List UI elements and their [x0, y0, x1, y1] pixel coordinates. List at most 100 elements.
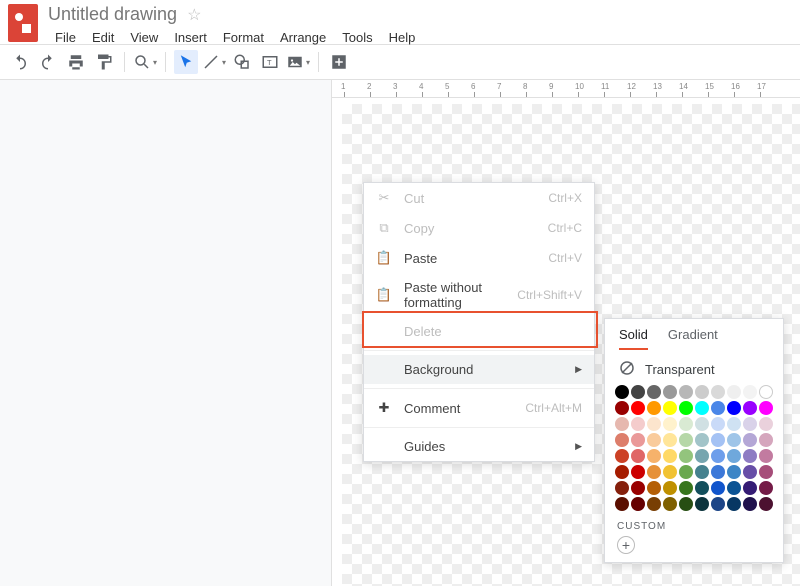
color-swatch[interactable] — [663, 401, 677, 415]
color-swatch[interactable] — [663, 449, 677, 463]
color-swatch[interactable] — [727, 433, 741, 447]
color-swatch[interactable] — [727, 385, 741, 399]
redo-button[interactable] — [36, 50, 60, 74]
color-swatch[interactable] — [743, 417, 757, 431]
menu-help[interactable]: Help — [382, 27, 423, 48]
color-swatch[interactable] — [615, 465, 629, 479]
color-swatch[interactable] — [695, 449, 709, 463]
ctx-guides[interactable]: Guides ▶ — [364, 432, 594, 461]
color-swatch[interactable] — [759, 433, 773, 447]
color-swatch[interactable] — [647, 401, 661, 415]
star-icon[interactable]: ☆ — [187, 5, 201, 25]
transparent-option[interactable]: Transparent — [605, 350, 783, 385]
color-swatch[interactable] — [759, 465, 773, 479]
menu-edit[interactable]: Edit — [85, 27, 121, 48]
menu-tools[interactable]: Tools — [335, 27, 379, 48]
color-swatch[interactable] — [647, 417, 661, 431]
color-swatch[interactable] — [615, 385, 629, 399]
select-tool[interactable] — [174, 50, 198, 74]
color-swatch[interactable] — [631, 497, 645, 511]
color-swatch[interactable] — [679, 401, 693, 415]
color-swatch[interactable] — [711, 433, 725, 447]
color-swatch[interactable] — [663, 417, 677, 431]
color-swatch[interactable] — [711, 385, 725, 399]
add-button[interactable] — [327, 50, 351, 74]
color-swatch[interactable] — [631, 465, 645, 479]
color-swatch[interactable] — [695, 433, 709, 447]
color-swatch[interactable] — [695, 481, 709, 495]
color-swatch[interactable] — [679, 465, 693, 479]
color-swatch[interactable] — [711, 401, 725, 415]
color-swatch[interactable] — [743, 497, 757, 511]
color-swatch[interactable] — [679, 433, 693, 447]
color-swatch[interactable] — [647, 497, 661, 511]
color-swatch[interactable] — [727, 497, 741, 511]
color-swatch[interactable] — [615, 401, 629, 415]
color-swatch[interactable] — [711, 481, 725, 495]
color-swatch[interactable] — [615, 449, 629, 463]
textbox-tool[interactable]: T — [258, 50, 282, 74]
color-swatch[interactable] — [679, 385, 693, 399]
color-swatch[interactable] — [615, 417, 629, 431]
color-swatch[interactable] — [743, 433, 757, 447]
document-title[interactable]: Untitled drawing — [48, 4, 177, 25]
color-swatch[interactable] — [743, 481, 757, 495]
color-swatch[interactable] — [727, 449, 741, 463]
undo-button[interactable] — [8, 50, 32, 74]
color-swatch[interactable] — [711, 417, 725, 431]
zoom-button[interactable] — [133, 50, 157, 74]
color-swatch[interactable] — [631, 417, 645, 431]
color-swatch[interactable] — [759, 401, 773, 415]
color-swatch[interactable] — [695, 465, 709, 479]
color-swatch[interactable] — [759, 449, 773, 463]
shape-tool[interactable] — [230, 50, 254, 74]
color-swatch[interactable] — [743, 401, 757, 415]
menu-insert[interactable]: Insert — [167, 27, 214, 48]
color-swatch[interactable] — [759, 385, 773, 399]
color-swatch[interactable] — [695, 385, 709, 399]
color-swatch[interactable] — [631, 449, 645, 463]
color-swatch[interactable] — [759, 481, 773, 495]
color-swatch[interactable] — [631, 433, 645, 447]
tab-gradient[interactable]: Gradient — [668, 327, 718, 350]
color-swatch[interactable] — [631, 481, 645, 495]
color-swatch[interactable] — [615, 433, 629, 447]
color-swatch[interactable] — [679, 497, 693, 511]
color-swatch[interactable] — [743, 385, 757, 399]
color-swatch[interactable] — [759, 417, 773, 431]
color-swatch[interactable] — [647, 433, 661, 447]
color-swatch[interactable] — [679, 449, 693, 463]
color-swatch[interactable] — [695, 401, 709, 415]
color-swatch[interactable] — [711, 497, 725, 511]
color-swatch[interactable] — [663, 481, 677, 495]
add-custom-color-button[interactable]: + — [617, 536, 635, 554]
image-tool[interactable] — [286, 50, 310, 74]
color-swatch[interactable] — [647, 385, 661, 399]
color-swatch[interactable] — [663, 385, 677, 399]
color-swatch[interactable] — [663, 497, 677, 511]
color-swatch[interactable] — [727, 465, 741, 479]
menu-arrange[interactable]: Arrange — [273, 27, 333, 48]
color-swatch[interactable] — [695, 497, 709, 511]
color-swatch[interactable] — [631, 401, 645, 415]
color-swatch[interactable] — [663, 433, 677, 447]
line-tool[interactable] — [202, 50, 226, 74]
color-swatch[interactable] — [695, 417, 709, 431]
paint-format-button[interactable] — [92, 50, 116, 74]
color-swatch[interactable] — [647, 481, 661, 495]
menu-view[interactable]: View — [123, 27, 165, 48]
color-swatch[interactable] — [631, 385, 645, 399]
color-swatch[interactable] — [727, 481, 741, 495]
color-swatch[interactable] — [615, 497, 629, 511]
color-swatch[interactable] — [743, 465, 757, 479]
color-swatch[interactable] — [759, 497, 773, 511]
color-swatch[interactable] — [727, 401, 741, 415]
print-button[interactable] — [64, 50, 88, 74]
ctx-comment[interactable]: ✚ Comment Ctrl+Alt+M — [364, 393, 594, 423]
color-swatch[interactable] — [711, 449, 725, 463]
menu-format[interactable]: Format — [216, 27, 271, 48]
color-swatch[interactable] — [711, 465, 725, 479]
ctx-background[interactable]: Background ▶ — [364, 355, 594, 384]
color-swatch[interactable] — [679, 417, 693, 431]
color-swatch[interactable] — [663, 465, 677, 479]
